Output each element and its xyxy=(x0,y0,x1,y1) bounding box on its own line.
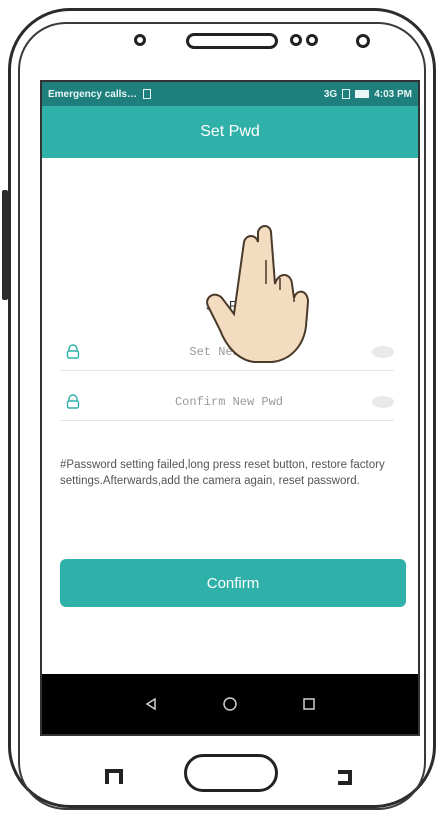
lock-icon xyxy=(60,341,86,363)
new-password-input[interactable] xyxy=(86,344,372,360)
navigation-bar xyxy=(42,674,418,734)
set-password-form: Set Pwd #Password setting failed,long pr… xyxy=(42,158,418,674)
status-left-text: Emergency calls… xyxy=(48,88,137,100)
front-camera xyxy=(134,34,146,46)
reset-note: #Password setting failed,long press rese… xyxy=(60,459,385,487)
side-key xyxy=(2,190,8,300)
new-password-field xyxy=(60,334,394,371)
status-time: 4:03 PM xyxy=(374,88,412,100)
status-bar: Emergency calls… 3G 4:03 PM xyxy=(42,82,418,106)
sensor-dot xyxy=(356,34,370,48)
confirm-password-input[interactable] xyxy=(86,394,372,410)
hardware-recents-icon[interactable] xyxy=(104,766,124,786)
header-title: Set Pwd xyxy=(200,123,260,140)
form-title: Set Pwd xyxy=(205,298,255,313)
screen: Emergency calls… 3G 4:03 PM Set Pwd Set … xyxy=(40,80,420,736)
app-header: Set Pwd xyxy=(42,106,418,158)
sim-icon xyxy=(142,89,151,99)
home-icon[interactable] xyxy=(215,689,245,719)
confirm-button[interactable]: Confirm xyxy=(60,559,406,607)
battery-icon xyxy=(355,90,370,98)
hardware-home-button[interactable] xyxy=(184,754,278,792)
sensor-dot xyxy=(306,34,318,46)
speaker-grille xyxy=(186,33,278,49)
back-icon[interactable] xyxy=(136,689,166,719)
eye-icon[interactable] xyxy=(372,346,394,358)
network-indicator: 3G xyxy=(323,88,338,100)
hardware-keys xyxy=(0,740,446,792)
recents-icon[interactable] xyxy=(294,689,324,719)
hardware-back-icon[interactable] xyxy=(334,766,354,786)
signal-icon xyxy=(342,89,351,99)
lock-icon xyxy=(60,391,86,413)
eye-icon[interactable] xyxy=(372,396,394,408)
confirm-password-field xyxy=(60,384,394,421)
sensor-dot xyxy=(290,34,302,46)
